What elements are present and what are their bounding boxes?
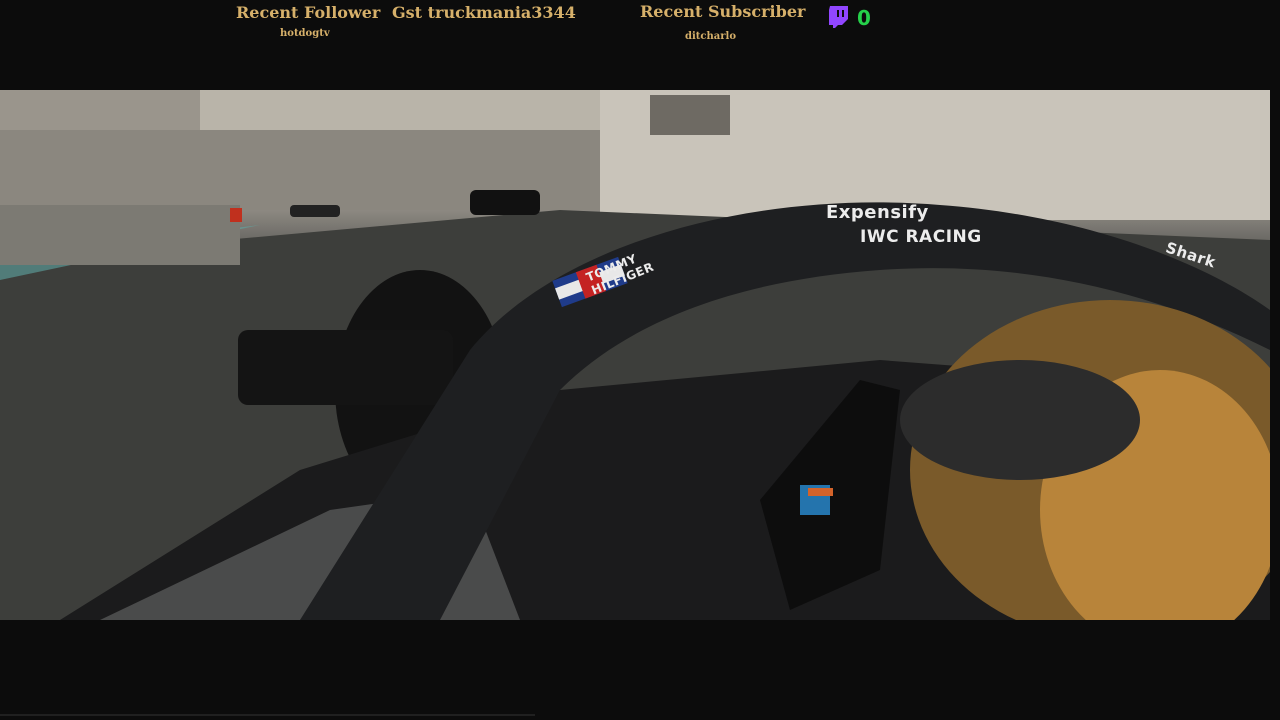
recent-gifter-name: Gst truckmania3344 [392,3,576,22]
recent-follower-label: Recent Follower [236,3,381,22]
recent-follower-name: hotdogtv [280,28,330,39]
halo-sponsor-bottom: IWC RACING [860,227,982,247]
progress-line [0,714,535,716]
twitch-icon [828,5,850,29]
video-frame: Expensify IWC RACING TOMMY HILFIGER Shar… [0,90,1270,620]
halo-sponsor-top: Expensify [826,202,929,223]
twitch-count: 0 [857,6,871,30]
recent-subscriber-label: Recent Subscriber [640,2,806,21]
recent-subscriber-name: ditcharlo [685,31,736,42]
onboard-camera-scene [0,90,1270,620]
